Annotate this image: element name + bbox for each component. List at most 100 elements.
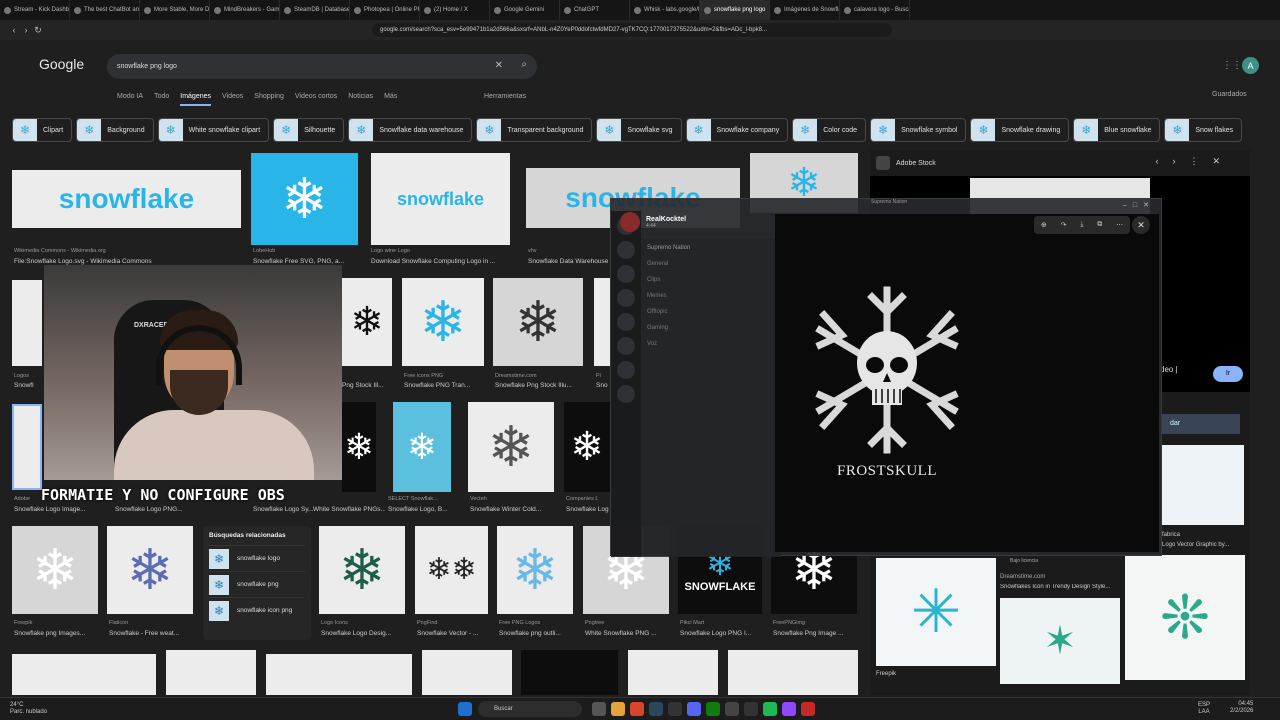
channel-item[interactable]: Offtopic — [647, 309, 775, 325]
search-input[interactable]: snowflake png logo ✕ ⌕ — [107, 54, 537, 79]
browser-tab[interactable]: ChatGPT — [560, 0, 630, 20]
channel-item[interactable]: General — [647, 261, 775, 277]
result-caption[interactable]: Snowflake Png Image ... — [773, 630, 857, 637]
result-image[interactable] — [521, 650, 618, 695]
result-image[interactable]: ❄ — [493, 278, 583, 366]
suggestion-chip[interactable]: ❄ Snowflake svg — [596, 118, 682, 142]
language-indicator[interactable]: ESP LAA — [1198, 702, 1210, 716]
file-explorer-icon[interactable] — [611, 702, 625, 716]
result-caption[interactable]: Snowflake png outli... — [499, 630, 573, 637]
related-item[interactable]: ❄ snowflake icon png — [209, 597, 305, 623]
username[interactable]: RealKocktel — [646, 216, 686, 223]
browser-tab[interactable]: calavera logo - Buscar co — [840, 0, 910, 20]
channel-item[interactable]: Gaming — [647, 325, 775, 341]
suggestion-chip[interactable]: ❄ Blue snowflake — [1073, 118, 1161, 142]
avatar[interactable]: A — [1242, 57, 1259, 74]
browser-tab[interactable]: MindBreakers - Gaming — [210, 0, 280, 20]
result-caption[interactable]: Snowflake Free SVG, PNG, a... — [253, 258, 357, 265]
browser-tab[interactable]: snowflake png logo — [700, 0, 770, 20]
server-name[interactable]: Supremo Nation — [647, 245, 775, 261]
related-image[interactable]: ✶ — [1000, 598, 1120, 684]
zoom-icon[interactable]: ⊕ — [1041, 221, 1047, 229]
forward-icon[interactable]: ↷ — [1061, 221, 1067, 229]
server-icon[interactable] — [617, 241, 635, 259]
suggestion-chip[interactable]: ❄ Transparent background — [476, 118, 593, 142]
result-image[interactable]: ❄ — [251, 153, 358, 245]
result-caption[interactable]: Snowflake Log — [566, 506, 610, 513]
browser-tab[interactable]: SteamDB | Database of — [280, 0, 350, 20]
app-icon[interactable] — [801, 702, 815, 716]
back-icon[interactable]: ‹ — [8, 25, 20, 35]
server-icon[interactable] — [617, 337, 635, 355]
browser-tab[interactable]: More Stable, More Dead — [140, 0, 210, 20]
browser-tab[interactable]: Imágenes de Snowflake — [770, 0, 840, 20]
browser-tab[interactable]: Whisk - labs.google/fx — [630, 0, 700, 20]
nav-noticias[interactable]: Noticias — [348, 93, 373, 106]
windows-start-icon[interactable] — [458, 702, 472, 716]
result-image[interactable] — [594, 278, 610, 366]
channel-item[interactable]: Voz — [647, 341, 775, 357]
steam-icon[interactable] — [649, 702, 663, 716]
url-field[interactable]: google.com/search?sca_esv=5e99471b1a2d56… — [372, 23, 892, 37]
nav-mas[interactable]: Más — [384, 93, 397, 106]
channel-item[interactable]: Clips — [647, 277, 775, 293]
result-image[interactable] — [12, 654, 156, 695]
result-image[interactable]: snowflake — [371, 153, 510, 245]
result-caption[interactable]: File:Snowflake Logo.svg - Wikimedia Comm… — [14, 258, 242, 265]
result-caption[interactable]: Snowflake Vector - ... — [417, 630, 489, 637]
result-image[interactable]: ❄ — [468, 402, 554, 492]
result-caption[interactable]: Snowflake Logo, B... — [388, 506, 456, 513]
result-image[interactable]: ❄ — [107, 526, 193, 614]
suggestion-chip[interactable]: ❄ Background — [76, 118, 154, 142]
result-image[interactable] — [166, 650, 256, 695]
result-caption[interactable]: Sno — [596, 382, 610, 389]
server-icon[interactable] — [617, 313, 635, 331]
suggestion-chip[interactable]: ❄ White snowflake clipart — [157, 118, 270, 142]
suggestion-chip[interactable]: ❄ Snowflake drawing — [970, 118, 1070, 142]
app-icon[interactable] — [668, 702, 682, 716]
suggestion-chip[interactable]: ❄ Snow flakes — [1164, 118, 1243, 142]
open-external-icon[interactable]: ⧉ — [1097, 221, 1102, 229]
suggestion-chip[interactable]: ❄ Snowflake company — [685, 118, 789, 142]
suggestion-chip[interactable]: ❄ Clipart — [12, 118, 73, 142]
search-icon[interactable]: ⌕ — [521, 59, 527, 70]
taskbar-search[interactable]: Buscar — [478, 701, 582, 717]
result-caption[interactable]: Snowflake Png Stock Illu... — [495, 382, 583, 389]
result-caption[interactable]: Snowflake Logo PNG I... — [680, 630, 762, 637]
window-controls[interactable]: –□✕ — [1123, 201, 1155, 209]
task-view-icon[interactable] — [592, 702, 606, 716]
brave-icon[interactable] — [630, 702, 644, 716]
result-caption[interactable]: Png Stock Ill... — [342, 382, 392, 389]
browser-tab[interactable]: Stream - Kick Dashb — [0, 0, 70, 20]
result-image[interactable]: ❄ — [402, 278, 484, 366]
result-caption[interactable]: Snowflake png Images... — [14, 630, 98, 637]
result-caption[interactable]: Download Snowflake Computing Logo in ... — [371, 258, 509, 265]
nav-videos-cortos[interactable]: Videos cortos — [295, 93, 337, 106]
result-caption[interactable]: White Snowflake PNGs... — [313, 506, 385, 513]
result-image[interactable]: ❄ — [342, 402, 376, 492]
result-caption[interactable]: Snowfl — [14, 382, 42, 389]
nav-videos[interactable]: Videos — [222, 93, 243, 106]
xbox-icon[interactable] — [706, 702, 720, 716]
app-icon[interactable] — [725, 702, 739, 716]
browser-tab[interactable]: The best ChatBot and W — [70, 0, 140, 20]
viewer-close-button[interactable]: ✕ — [1132, 216, 1150, 234]
related-image[interactable]: ✳ — [876, 558, 996, 666]
nav-modo-ia[interactable]: Modo IA — [117, 93, 143, 106]
obs-icon[interactable] — [744, 702, 758, 716]
suggestion-chip[interactable]: ❄ Color code — [792, 118, 867, 142]
download-icon[interactable]: ⤓ — [1080, 221, 1083, 229]
more-icon[interactable]: ⋯ — [1116, 221, 1123, 229]
result-image[interactable]: ❄ — [564, 402, 610, 492]
browser-tab[interactable]: (2) Home / X — [420, 0, 490, 20]
result-caption[interactable]: Snowflake - Free weat... — [109, 630, 193, 637]
result-image[interactable]: ❄ — [342, 278, 392, 366]
result-caption[interactable]: Snowflake PNG Tran... — [404, 382, 484, 389]
result-image[interactable] — [12, 280, 42, 366]
result-image[interactable]: ❄ — [393, 402, 451, 492]
related-item[interactable]: ❄ snowflake logo — [209, 545, 305, 571]
server-icon[interactable] — [617, 289, 635, 307]
user-avatar[interactable] — [620, 212, 640, 232]
clear-icon[interactable]: ✕ — [495, 60, 503, 71]
server-icon[interactable] — [617, 385, 635, 403]
